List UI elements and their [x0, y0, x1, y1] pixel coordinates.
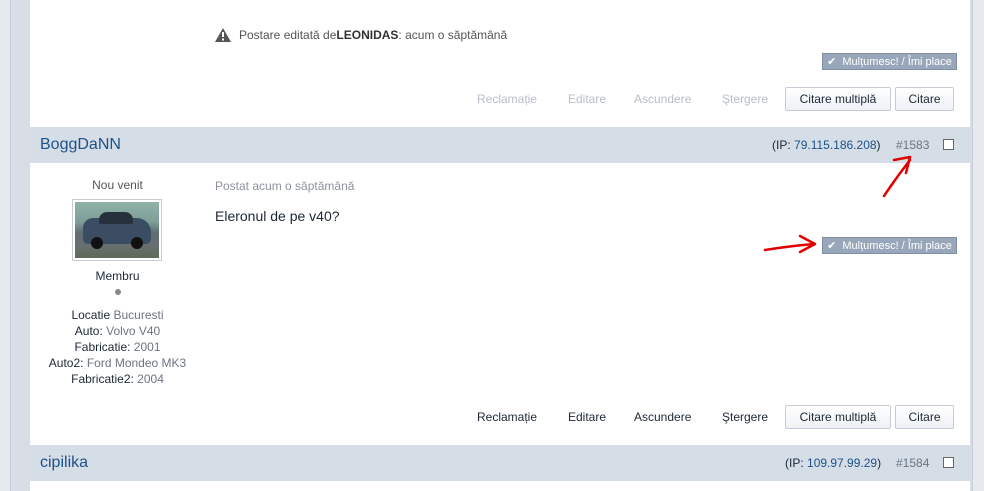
checkmark-icon: ✔ [827, 240, 837, 252]
delete-link[interactable]: Ştergere [722, 92, 768, 106]
car-wheel [91, 237, 103, 249]
post-author-link[interactable]: BoggDaNN [40, 136, 121, 154]
field-label: Fabricatie: [74, 340, 131, 354]
online-status-dot [115, 289, 121, 295]
ip-address-link[interactable]: 109.97.99.29 [807, 456, 877, 470]
edit-link[interactable]: Editare [568, 410, 606, 424]
post-ip: (IP: 79.115.186.208) [772, 138, 881, 152]
left-page-border [0, 0, 11, 491]
post-controls: Reclamație Editare Ascundere Ştergere Ci… [30, 405, 970, 429]
profile-field: Locatie Bucuresti [30, 308, 205, 322]
post-date: Postat acum o săptămână [215, 179, 355, 193]
warning-icon [215, 28, 231, 42]
hide-link[interactable]: Ascundere [634, 92, 691, 106]
user-rank-title: Nou venit [92, 178, 143, 192]
profile-field: Fabricatie2: 2004 [30, 372, 205, 386]
multiquote-button[interactable]: Citare multiplă [785, 405, 891, 429]
avatar[interactable] [72, 199, 162, 261]
field-value: Volvo V40 [106, 324, 161, 338]
car-window [99, 212, 133, 224]
field-label: Locatie [71, 308, 111, 322]
post-controls-previous: Reclamație Editare Ascundere Ştergere Ci… [30, 87, 970, 111]
like-button-label: Mulțumesc! / Îmi place [842, 239, 952, 252]
topic-posts-container: Postare editată de LEONIDAS: acum o săpt… [30, 0, 970, 491]
post-header-next: cipilika (IP: 109.97.99.29) #1584 [30, 445, 970, 481]
field-label: Auto: [74, 324, 103, 338]
field-value: Ford Mondeo MK3 [86, 356, 187, 370]
edit-note-author[interactable]: LEONIDAS [336, 28, 398, 42]
post-body: Eleronul de pe v40? [215, 208, 340, 224]
field-value: 2004 [137, 372, 164, 386]
post-select-checkbox[interactable] [943, 457, 954, 468]
edit-note-prefix: Postare editată de [239, 28, 337, 42]
right-page-border [972, 0, 984, 491]
ip-label: (IP: [772, 138, 795, 152]
checkmark-icon: ✔ [827, 56, 837, 68]
post-header: BoggDaNN (IP: 79.115.186.208) #1583 [30, 127, 970, 163]
profile-field: Auto2: Ford Mondeo MK3 [30, 356, 205, 370]
multiquote-button[interactable]: Citare multiplă [785, 87, 891, 111]
report-link[interactable]: Reclamație [477, 92, 537, 106]
user-group: Membru [95, 269, 140, 283]
post-select-checkbox[interactable] [943, 139, 954, 150]
post-author-link[interactable]: cipilika [40, 454, 88, 472]
delete-link[interactable]: Ştergere [722, 410, 768, 424]
ip-label: (IP: [785, 456, 808, 470]
profile-field: Auto: Volvo V40 [30, 324, 205, 338]
edit-link[interactable]: Editare [568, 92, 606, 106]
hide-link[interactable]: Ascundere [634, 410, 691, 424]
report-link[interactable]: Reclamație [477, 410, 537, 424]
car-shape [83, 212, 151, 249]
car-wheel [131, 237, 143, 249]
ip-close: ) [876, 138, 881, 152]
field-value: 2001 [133, 340, 161, 354]
avatar-car-photo [75, 202, 159, 258]
field-label: Fabricatie2: [71, 372, 134, 386]
post-number-link[interactable]: #1583 [896, 138, 929, 152]
like-button-label: Mulțumesc! / Îmi place [842, 55, 952, 68]
field-label: Auto2: [48, 356, 84, 370]
edit-note: Postare editată de LEONIDAS: acum o săpt… [215, 28, 507, 42]
like-button-previous[interactable]: ✔ Mulțumesc! / Îmi place [822, 53, 957, 70]
like-button[interactable]: ✔ Mulțumesc! / Îmi place [822, 237, 957, 254]
quote-button[interactable]: Citare [895, 87, 954, 111]
profile-field: Fabricatie: 2001 [30, 340, 205, 354]
post-number-link[interactable]: #1584 [896, 456, 929, 470]
field-value: Bucuresti [113, 308, 164, 322]
edit-note-suffix: : acum o săptămână [398, 28, 508, 42]
post-ip: (IP: 109.97.99.29) [785, 456, 881, 470]
ip-address-link[interactable]: 79.115.186.208 [794, 138, 877, 152]
ip-close: ) [877, 456, 882, 470]
quote-button[interactable]: Citare [895, 405, 954, 429]
